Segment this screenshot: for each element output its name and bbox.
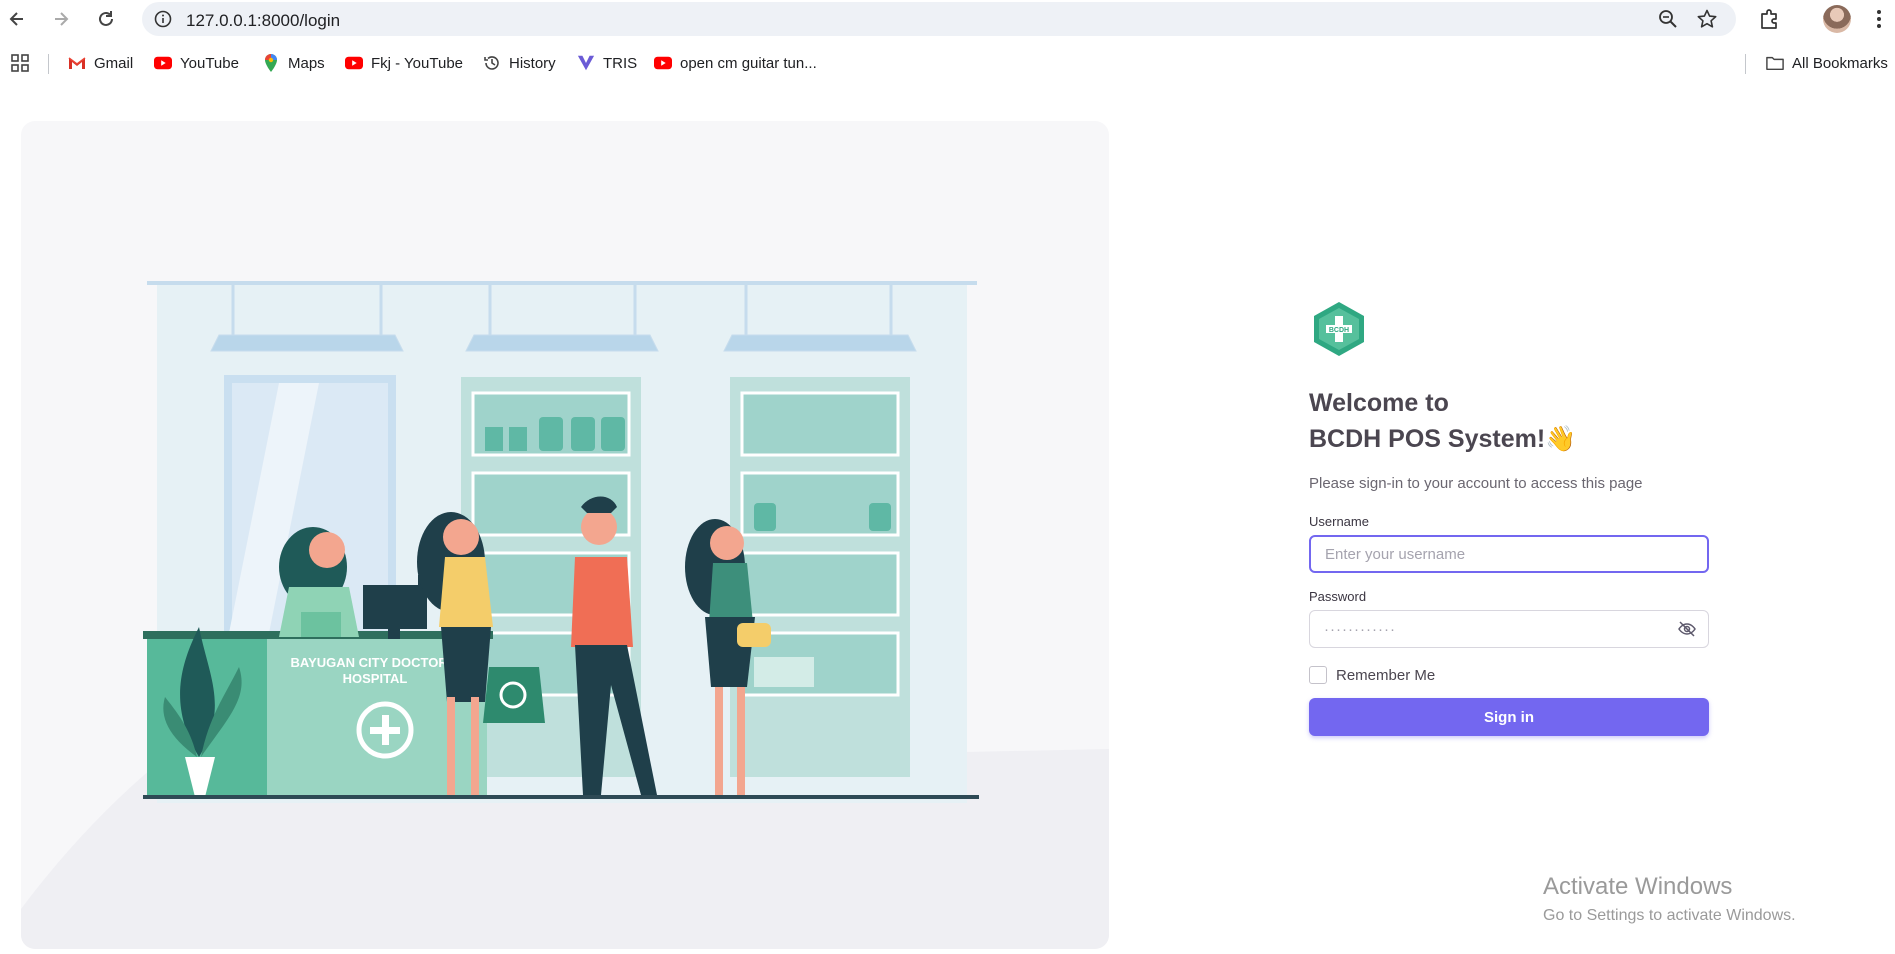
- profile-avatar[interactable]: [1823, 5, 1851, 33]
- reload-icon[interactable]: [93, 6, 119, 32]
- wave-emoji-icon: 👋: [1545, 425, 1577, 453]
- extensions-icon[interactable]: [1756, 6, 1782, 32]
- remember-checkbox[interactable]: [1309, 666, 1327, 684]
- bookmark-maps[interactable]: Maps: [262, 54, 325, 72]
- activate-windows-watermark: Activate Windows Go to Settings to activ…: [1543, 873, 1796, 924]
- bcdh-logo-icon: BCDH: [1314, 302, 1364, 356]
- forward-icon[interactable]: [48, 6, 74, 32]
- bookmark-tris[interactable]: TRIS: [577, 54, 637, 72]
- eye-off-icon[interactable]: [1677, 619, 1697, 639]
- bookmark-fkj-youtube[interactable]: Fkj - YouTube: [345, 54, 463, 72]
- back-icon[interactable]: [4, 6, 30, 32]
- bookmark-guitar-tuner[interactable]: open cm guitar tun...: [654, 54, 817, 72]
- counter-sign-line2: HOSPITAL: [343, 671, 408, 686]
- zoom-icon[interactable]: [1658, 9, 1678, 29]
- illustration-panel: BAYUGAN CITY DOCTOR'S HOSPITAL: [21, 121, 1109, 949]
- login-form: BCDH Welcome to BCDH POS System!👋 Please…: [1309, 300, 1709, 736]
- username-input[interactable]: [1309, 535, 1709, 573]
- logo-text: BCDH: [1329, 327, 1349, 334]
- history-icon: [483, 54, 501, 72]
- password-input[interactable]: [1309, 610, 1709, 648]
- site-info-icon[interactable]: [154, 10, 172, 28]
- bookmark-gmail[interactable]: Gmail: [68, 54, 133, 72]
- address-bar[interactable]: 127.0.0.1:8000/login: [142, 2, 1736, 36]
- youtube-icon: [345, 54, 363, 72]
- welcome-heading: Welcome to BCDH POS System!👋: [1309, 389, 1577, 453]
- apps-grid-icon[interactable]: [11, 54, 29, 72]
- gmail-icon: [68, 54, 86, 72]
- bookmarks-bar: Gmail YouTube Maps Fkj - YouTube History…: [0, 44, 1895, 84]
- url-text: 127.0.0.1:8000/login: [186, 11, 341, 30]
- menu-kebab-icon[interactable]: [1866, 6, 1892, 32]
- folder-icon: [1766, 54, 1784, 72]
- sign-in-button[interactable]: Sign in: [1309, 698, 1709, 736]
- tris-icon: [577, 54, 595, 72]
- remember-label: Remember Me: [1336, 666, 1436, 684]
- password-label: Password: [1309, 589, 1367, 604]
- bookmarks-divider: [48, 54, 49, 74]
- counter-sign-line1: BAYUGAN CITY DOCTOR'S: [291, 655, 460, 670]
- all-bookmarks[interactable]: All Bookmarks: [1766, 54, 1888, 72]
- username-label: Username: [1309, 514, 1369, 529]
- password-field: [1309, 610, 1709, 648]
- youtube-icon: [654, 54, 672, 72]
- youtube-icon: [154, 54, 172, 72]
- bookmarks-divider: [1745, 54, 1746, 74]
- browser-toolbar: 127.0.0.1:8000/login: [0, 0, 1895, 38]
- bookmark-history[interactable]: History: [483, 54, 556, 72]
- pharmacy-illustration: BAYUGAN CITY DOCTOR'S HOSPITAL: [143, 281, 979, 803]
- maps-icon: [262, 54, 280, 72]
- remember-me: Remember Me: [1309, 666, 1709, 684]
- bookmark-star-icon[interactable]: [1696, 8, 1718, 30]
- bookmark-youtube[interactable]: YouTube: [154, 54, 239, 72]
- login-subtitle: Please sign-in to your account to access…: [1309, 475, 1643, 492]
